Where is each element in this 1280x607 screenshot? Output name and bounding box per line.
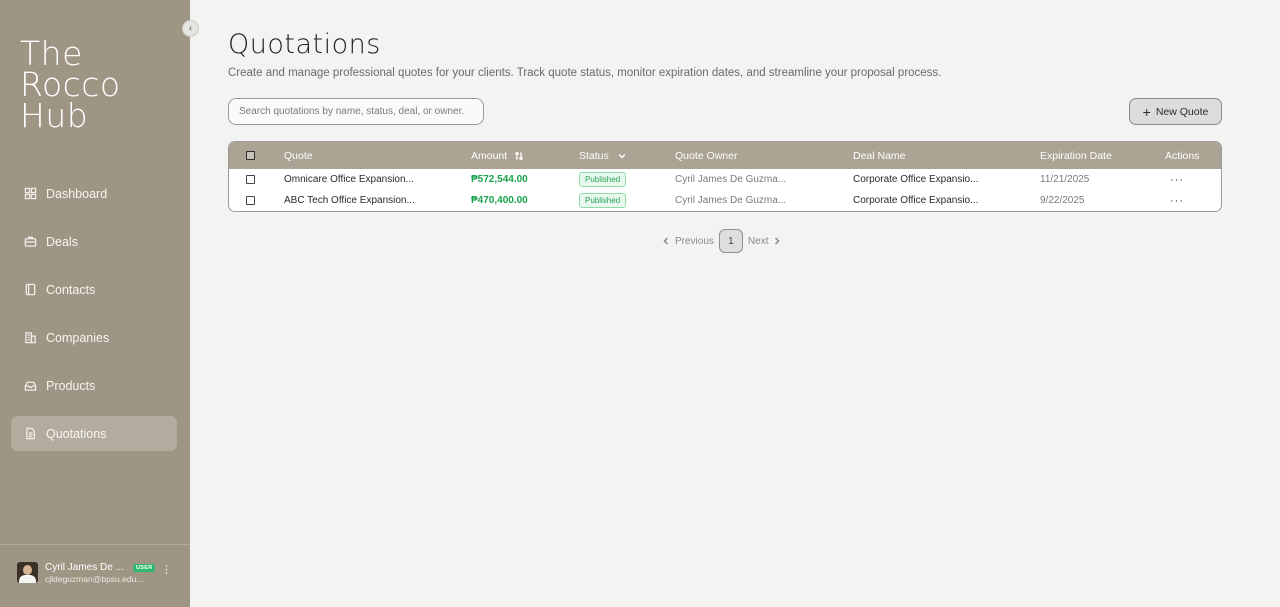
- user-role-badge: USER: [133, 564, 156, 572]
- user-profile[interactable]: Cyril James De ... USER cjldeguzman@bpsu…: [17, 561, 177, 585]
- previous-page-button[interactable]: Previous: [662, 236, 714, 247]
- chevron-down-icon[interactable]: [617, 151, 627, 161]
- column-header-deal-name: Deal Name: [853, 149, 906, 162]
- table-row[interactable]: Omnicare Office Expansion... ₱572,544.00…: [229, 169, 1221, 190]
- next-page-button[interactable]: Next: [748, 236, 782, 247]
- quote-amount: ₱572,544.00: [471, 174, 528, 185]
- brand-line-3: Hub: [20, 96, 89, 135]
- quote-name[interactable]: ABC Tech Office Expansion...: [284, 190, 415, 211]
- sidebar-item-dashboard[interactable]: Dashboard: [11, 176, 177, 211]
- table-row[interactable]: ABC Tech Office Expansion... ₱470,400.00…: [229, 190, 1221, 211]
- pagination: Previous 1 Next: [662, 229, 781, 253]
- search-input[interactable]: [228, 98, 484, 125]
- quote-name[interactable]: Omnicare Office Expansion...: [284, 169, 414, 190]
- page-description: Create and manage professional quotes fo…: [228, 67, 942, 79]
- sidebar-item-companies[interactable]: Companies: [11, 320, 177, 355]
- sidebar-item-label: Dashboard: [46, 186, 108, 201]
- document-icon: [23, 427, 37, 441]
- main-content: Quotations Create and manage professiona…: [190, 0, 1280, 607]
- collapse-sidebar-button[interactable]: ‹: [182, 20, 199, 37]
- user-name: Cyril James De ...: [45, 562, 124, 573]
- sidebar-item-label: Quotations: [46, 426, 107, 441]
- deal-name: Corporate Office Expansio...: [853, 195, 979, 206]
- column-header-status[interactable]: Status: [579, 142, 627, 169]
- next-label: Next: [747, 235, 769, 247]
- sidebar-item-label: Products: [46, 378, 96, 393]
- sidebar-item-deals[interactable]: Deals: [11, 224, 177, 259]
- column-header-amount[interactable]: Amount: [471, 142, 524, 169]
- sidebar: The Rocco Hub Dashboard Deals Contacts C…: [0, 0, 190, 607]
- previous-label: Previous: [675, 235, 714, 247]
- column-header-expiration-date: Expiration Date: [1040, 149, 1112, 162]
- sort-icon[interactable]: [514, 151, 524, 161]
- table-header: Quote Amount Status Quote Owner Deal Nam…: [229, 142, 1221, 169]
- more-horizontal-icon[interactable]: ···: [1170, 169, 1184, 190]
- status-cell: Published: [579, 190, 627, 211]
- status-badge: Published: [579, 172, 627, 187]
- brand-logo: The Rocco Hub: [20, 37, 121, 135]
- sidebar-item-contacts[interactable]: Contacts: [11, 272, 177, 307]
- chevron-left-icon: [662, 237, 670, 245]
- plus-icon: +: [1142, 103, 1151, 120]
- column-header-actions: Actions: [1165, 149, 1200, 162]
- new-quote-button[interactable]: + New Quote: [1129, 98, 1222, 125]
- new-quote-label: New Quote: [1155, 105, 1209, 118]
- column-header-quote[interactable]: Quote: [284, 142, 313, 169]
- contacts-book-icon: [23, 283, 37, 297]
- sidebar-item-label: Contacts: [46, 282, 96, 297]
- sidebar-item-label: Deals: [46, 234, 78, 249]
- status-badge: Published: [579, 193, 627, 208]
- sidebar-item-quotations[interactable]: Quotations: [11, 416, 177, 451]
- quotations-table: Quote Amount Status Quote Owner Deal Nam…: [228, 141, 1222, 212]
- page-number-button[interactable]: 1: [718, 229, 743, 253]
- sidebar-item-label: Companies: [46, 330, 110, 345]
- chevron-right-icon: [773, 237, 781, 245]
- page-title: Quotations: [228, 29, 381, 60]
- deal-name: Corporate Office Expansio...: [853, 174, 979, 185]
- quote-amount: ₱470,400.00: [471, 195, 528, 206]
- building-icon: [23, 331, 37, 345]
- expiration-date: 9/22/2025: [1040, 195, 1085, 206]
- briefcase-icon: [23, 235, 37, 249]
- quote-owner: Cyril James De Guzma...: [675, 174, 787, 185]
- status-cell: Published: [579, 169, 627, 190]
- expiration-date: 11/21/2025: [1040, 174, 1090, 185]
- more-horizontal-icon[interactable]: ···: [1170, 190, 1184, 211]
- more-vertical-icon[interactable]: ⋮: [161, 565, 172, 576]
- avatar: [17, 562, 38, 583]
- select-all-checkbox[interactable]: [246, 142, 255, 169]
- row-checkbox[interactable]: [246, 169, 255, 190]
- package-icon: [23, 379, 37, 393]
- chevron-left-icon: ‹: [188, 22, 193, 34]
- sidebar-divider: [0, 544, 190, 545]
- row-checkbox[interactable]: [246, 190, 255, 211]
- sidebar-nav: Dashboard Deals Contacts Companies Produ…: [11, 176, 177, 464]
- user-email: cjldeguzman@bpsu.edu...: [45, 574, 144, 584]
- dashboard-icon: [23, 187, 37, 201]
- sidebar-item-products[interactable]: Products: [11, 368, 177, 403]
- quote-owner: Cyril James De Guzma...: [675, 195, 787, 206]
- column-header-quote-owner: Quote Owner: [675, 149, 738, 162]
